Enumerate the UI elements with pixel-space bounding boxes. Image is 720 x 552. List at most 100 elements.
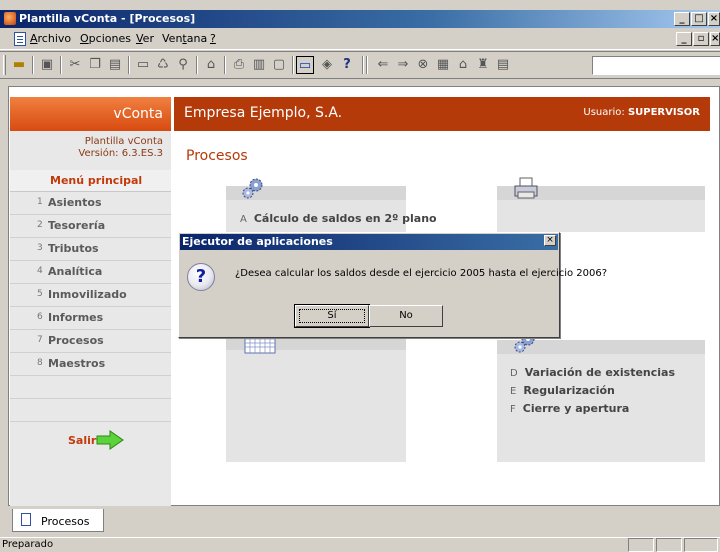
toolbar-separator	[362, 56, 364, 74]
tag-icon[interactable]: ◈	[318, 56, 336, 74]
user-info: Usuario: SUPERVISOR	[583, 107, 700, 118]
toolbar-grip[interactable]	[3, 55, 6, 75]
status-bar	[0, 537, 720, 552]
mdi-close-button[interactable]: ×	[710, 32, 720, 46]
sidebar-item-label: Inmovilizado	[48, 288, 127, 301]
sidebar-item-label: Maestros	[48, 357, 106, 370]
sidebar-brand: vConta	[10, 97, 171, 131]
menu-ver[interactable]: Ver	[136, 32, 154, 45]
version-text: Versión: 6.3.ES.3	[78, 148, 163, 159]
sidebar-item-inmovilizado[interactable]: 5 Inmovilizado	[10, 284, 171, 307]
copy-icon[interactable]: ❐	[86, 56, 104, 74]
dialog-close-button[interactable]: ×	[544, 235, 556, 246]
toolbar-separator	[32, 56, 34, 74]
sidebar-item-label: Analítica	[48, 265, 103, 278]
status-pane	[656, 538, 682, 552]
toolbar: ▬ ▣ ✂ ❐ ▤ ▭ ♺ ⚲ ⌂ ⎙ ▥ ▢ ▭ ◈ ? ⇐ ⇒ ⊗ ▦ ⌂ …	[0, 51, 720, 79]
exit-link[interactable]: Salir	[68, 434, 96, 447]
sidebar-item-analitica[interactable]: 4 Analítica	[10, 261, 171, 284]
page-setup-icon[interactable]: ▢	[270, 56, 288, 74]
window-title: Plantilla vConta - [Procesos]	[19, 12, 196, 25]
stop-icon[interactable]: ⊗	[414, 56, 432, 74]
toolbar-separator	[60, 56, 62, 74]
status-pane	[684, 538, 718, 552]
toolbar-separator	[366, 56, 368, 74]
title-bar[interactable]: Plantilla vConta - [Procesos] _ □ ×	[0, 10, 720, 28]
card-item-existencias[interactable]: D Variación de existencias	[510, 366, 675, 379]
edit-icon[interactable]: ⌂	[202, 56, 220, 74]
sidebar-empty-row	[10, 376, 171, 399]
status-pane	[628, 538, 654, 552]
help-icon[interactable]: ?	[338, 56, 356, 74]
exit-arrow-icon[interactable]	[96, 430, 124, 450]
mdi-minimize-button[interactable]: _	[676, 32, 692, 46]
maximize-button[interactable]: □	[691, 12, 707, 26]
sidebar-item-procesos[interactable]: 7 Procesos	[10, 330, 171, 353]
menu-help[interactable]: ?	[210, 32, 216, 45]
template-name: Plantilla vConta	[84, 136, 163, 147]
toolbar-separator	[128, 56, 130, 74]
window-tab-bar	[0, 506, 720, 534]
yes-button[interactable]: Sí	[294, 304, 370, 328]
toolbar-separator	[292, 56, 294, 74]
forward-icon[interactable]: ⇒	[394, 56, 412, 74]
menu-archivo[interactable]: Archivo	[30, 32, 71, 45]
find-replace-icon[interactable]: ♺	[154, 56, 172, 74]
document-icon	[14, 32, 26, 46]
dialog-message: ¿Desea calcular los saldos desde el ejer…	[235, 268, 608, 279]
sidebar-item-label: Asientos	[48, 196, 102, 209]
dialog-title[interactable]: Ejecutor de aplicaciones	[180, 234, 558, 250]
card-item-cierre-apertura[interactable]: F Cierre y apertura	[510, 402, 629, 415]
cut-icon[interactable]: ✂	[66, 56, 84, 74]
gears-icon	[242, 178, 263, 199]
print-icon[interactable]: ⎙	[230, 56, 248, 74]
properties-icon[interactable]: ▣	[38, 56, 56, 74]
sidebar-item-label: Procesos	[48, 334, 104, 347]
sidebar-item-informes[interactable]: 6 Informes	[10, 307, 171, 330]
paste-icon[interactable]: ▤	[106, 56, 124, 74]
main-menu-title: Menú principal	[50, 174, 143, 187]
sidebar-item-label: Tesorería	[48, 219, 106, 232]
toolbar-separator	[224, 56, 226, 74]
address-input[interactable]	[592, 56, 720, 75]
sidebar-item-tributos[interactable]: 3 Tributos	[10, 238, 171, 261]
sidebar-item-label: Informes	[48, 311, 104, 324]
card-item-saldos[interactable]: A Cálculo de saldos en 2º plano	[240, 212, 437, 225]
printer-icon	[514, 177, 538, 199]
document-icon	[21, 513, 31, 526]
print-preview-icon[interactable]: ▥	[250, 56, 268, 74]
question-icon: ?	[187, 263, 215, 291]
card-item-regularizacion[interactable]: E Regularización	[510, 384, 615, 397]
close-button[interactable]: ×	[708, 12, 720, 26]
menu-opciones[interactable]: Opciones	[80, 32, 131, 45]
tab-procesos[interactable]: Procesos	[12, 509, 104, 532]
screen-icon[interactable]: ▭	[296, 56, 314, 74]
refresh-icon[interactable]: ▦	[434, 56, 452, 74]
no-button[interactable]: No	[369, 305, 443, 327]
mdi-restore-button[interactable]: ▫	[693, 32, 709, 46]
main-menu-header: Menú principal	[10, 170, 171, 192]
status-text: Preparado	[2, 539, 54, 550]
minimize-button[interactable]: _	[674, 12, 690, 26]
sidebar-item-label: Tributos	[48, 242, 99, 255]
search-icon[interactable]: ⚲	[174, 56, 192, 74]
company-name: Empresa Ejemplo, S.A.	[184, 105, 343, 121]
back-icon[interactable]: ⇐	[374, 56, 392, 74]
menu-bar: Archivo Opciones Ver Ventana ? _ ▫ ×	[0, 28, 720, 50]
sidebar-item-tesoreria[interactable]: 2 Tesorería	[10, 215, 171, 238]
open-folder-icon[interactable]: ▬	[10, 56, 28, 74]
sidebar-item-asientos[interactable]: 1 Asientos	[10, 192, 171, 215]
page-title: Procesos	[186, 148, 248, 164]
home-icon[interactable]: ⌂	[454, 56, 472, 74]
user-name: SUPERVISOR	[627, 107, 700, 118]
bookmark-icon[interactable]: ♜	[474, 56, 492, 74]
card-table	[226, 336, 406, 462]
main-header: Empresa Ejemplo, S.A. Usuario: SUPERVISO…	[174, 97, 710, 131]
card-cierre	[497, 340, 705, 462]
address-icon[interactable]: ▤	[494, 56, 512, 74]
app-icon	[4, 12, 16, 25]
menu-ventana[interactable]: Ventana	[162, 32, 207, 45]
confirm-dialog: Ejecutor de aplicaciones × ? ¿Desea calc…	[178, 232, 607, 338]
sidebar-item-maestros[interactable]: 8 Maestros	[10, 353, 171, 376]
window-icon[interactable]: ▭	[134, 56, 152, 74]
